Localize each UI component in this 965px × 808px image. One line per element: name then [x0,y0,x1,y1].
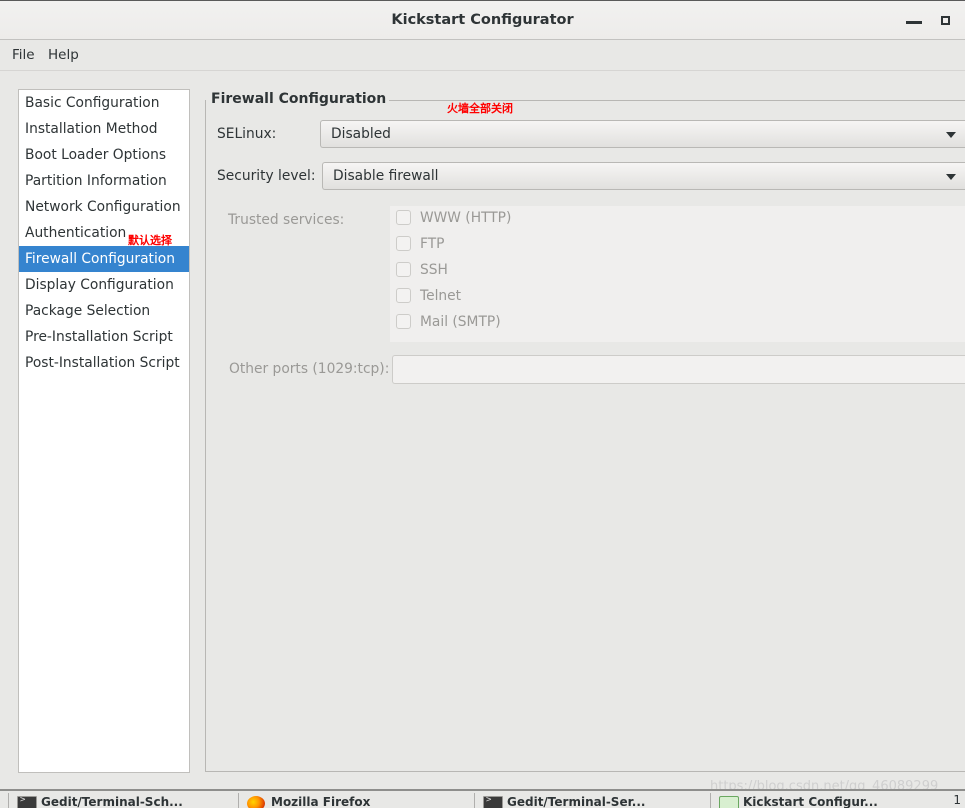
security-level-label: Security level: [217,168,316,184]
sidebar-item-6[interactable]: Firewall Configuration [19,246,189,272]
terminal-icon [483,795,503,808]
minimize-icon [906,21,922,24]
trusted-services-label: Trusted services: [228,212,345,228]
sidebar-item-label: Pre-Installation Script [25,329,173,345]
taskbar-item-label: Gedit/Terminal-Sch... [41,795,183,808]
taskbar-item-label: Mozilla Firefox [271,795,371,808]
window-app-icon [719,796,739,808]
sidebar-item-label: Boot Loader Options [25,147,167,163]
sidebar-item-label: Post-Installation Script [25,355,180,371]
firewall-configuration-panel [205,100,965,772]
security-level-value: Disable firewall [333,168,439,184]
annotation-default-selection: 默认选择 [128,234,172,247]
trusted-service-label: FTP [420,236,445,252]
sidebar-item-3[interactable]: Partition Information [19,168,189,194]
firefox-icon [247,796,265,808]
checkbox-icon[interactable] [396,262,411,277]
selinux-label: SELinux: [217,126,277,142]
sidebar-item-0[interactable]: Basic Configuration [19,90,189,116]
checkbox-icon[interactable] [396,288,411,303]
other-ports-input[interactable] [392,355,965,384]
trusted-service-label: WWW (HTTP) [420,210,512,226]
taskbar-item-label: Kickstart Configur... [743,795,878,808]
workspace-indicator[interactable]: 1 [953,793,961,807]
sidebar-item-label: Firewall Configuration [25,251,175,267]
taskbar: Gedit/Terminal-Sch... Mozilla Firefox Gedi… [0,789,965,808]
taskbar-item[interactable]: Mozilla Firefox [238,793,470,808]
security-level-dropdown[interactable]: Disable firewall [322,162,965,190]
sidebar-item-10[interactable]: Post-Installation Script [19,350,189,376]
chevron-down-icon [946,174,956,180]
application-window: Kickstart Configurator File Help Basic C… [0,0,965,808]
trusted-services-list: WWW (HTTP) FTP SSH Telnet Mail (SMTP) [390,206,965,342]
other-ports-label: Other ports (1029:tcp): [229,361,390,377]
checkbox-icon[interactable] [396,236,411,251]
sidebar-item-label: Installation Method [25,121,158,137]
taskbar-item[interactable]: Kickstart Configur... [710,793,942,808]
selinux-value: Disabled [331,126,391,142]
minimize-button[interactable] [897,1,931,40]
sidebar-item-1[interactable]: Installation Method [19,116,189,142]
title-bar: Kickstart Configurator [0,0,965,40]
sidebar-item-label: Display Configuration [25,277,174,293]
taskbar-item[interactable]: Gedit/Terminal-Sch... [8,793,236,808]
maximize-icon [941,16,950,25]
trusted-service-label: Telnet [420,288,462,304]
sidebar-item-2[interactable]: Boot Loader Options [19,142,189,168]
sidebar-item-9[interactable]: Pre-Installation Script [19,324,189,350]
checkbox-icon[interactable] [396,314,411,329]
menu-bar: File Help [0,40,965,71]
window-title: Kickstart Configurator [391,12,574,28]
sidebar-item-label: Basic Configuration [25,95,160,111]
menu-item-help[interactable]: Help [41,40,86,70]
panel-title: Firewall Configuration [208,91,390,107]
maximize-button[interactable] [929,1,963,40]
sidebar-item-8[interactable]: Package Selection [19,298,189,324]
annotation-firewall-all-off: 火墙全部关闭 [447,102,513,115]
sidebar-item-7[interactable]: Display Configuration [19,272,189,298]
checkbox-icon[interactable] [396,210,411,225]
sidebar-item-label: Authentication [25,225,127,241]
chevron-down-icon [946,132,956,138]
sidebar-item-4[interactable]: Network Configuration [19,194,189,220]
sidebar-item-label: Network Configuration [25,199,181,215]
taskbar-item[interactable]: Gedit/Terminal-Ser... [474,793,706,808]
sidebar-item-label: Package Selection [25,303,151,319]
sidebar-item-label: Partition Information [25,173,167,189]
taskbar-item-label: Gedit/Terminal-Ser... [507,795,646,808]
trusted-service-label: Mail (SMTP) [420,314,501,330]
sidebar-section-list[interactable]: Basic Configuration Installation Method Bo… [18,89,190,773]
trusted-service-label: SSH [420,262,448,278]
menu-item-file[interactable]: File [5,40,42,70]
selinux-dropdown[interactable]: Disabled [320,120,965,148]
terminal-icon [17,795,37,808]
